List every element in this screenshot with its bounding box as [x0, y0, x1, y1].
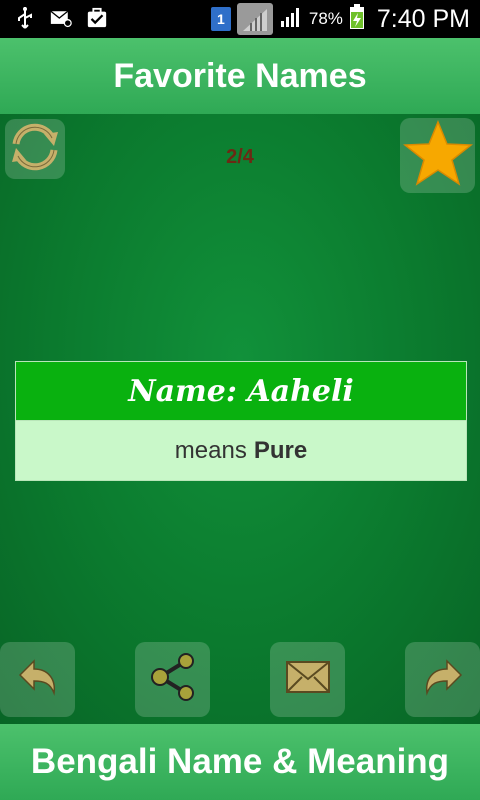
- meaning-prefix: means: [174, 436, 247, 464]
- star-icon: [402, 119, 473, 192]
- status-bar: 1 78% 7:40 PM: [0, 0, 480, 38]
- app-footer-banner: Bengali Name & Meaning: [0, 724, 480, 800]
- next-button[interactable]: [405, 642, 480, 717]
- name-card: Name: Aaheli means Pure: [15, 361, 467, 481]
- name-card-meaning: means Pure: [16, 421, 466, 480]
- name-title: Name: Aaheli: [128, 373, 354, 409]
- task-icon: [86, 6, 108, 30]
- email-button[interactable]: [270, 642, 345, 717]
- email-icon: [50, 6, 72, 30]
- battery-percent: 78%: [308, 9, 343, 28]
- sim-icon: 1: [210, 7, 231, 31]
- usb-icon: [14, 6, 36, 30]
- notification-icons: [14, 6, 108, 30]
- clock: 7:40 PM: [376, 4, 470, 33]
- signal-icon: [236, 3, 273, 35]
- meaning-value: Pure: [253, 436, 308, 464]
- app-header: Favorite Names: [0, 38, 480, 114]
- signal-icon: [279, 5, 303, 34]
- battery-charging-icon: [349, 3, 365, 35]
- name-card-header: Name: Aaheli: [16, 362, 466, 421]
- main-content: 2/4 Name: Aaheli means Pure: [0, 114, 480, 724]
- forward-arrow-icon: [421, 657, 465, 702]
- system-icons: 1 78% 7:40 PM: [210, 0, 470, 38]
- envelope-icon: [284, 657, 332, 702]
- previous-button[interactable]: [0, 642, 75, 717]
- share-button[interactable]: [135, 642, 210, 717]
- footer-title: Bengali Name & Meaning: [30, 742, 450, 781]
- back-arrow-icon: [16, 657, 60, 702]
- favorite-button[interactable]: [400, 118, 475, 193]
- share-icon: [148, 652, 198, 707]
- page-title: Favorite Names: [113, 56, 367, 95]
